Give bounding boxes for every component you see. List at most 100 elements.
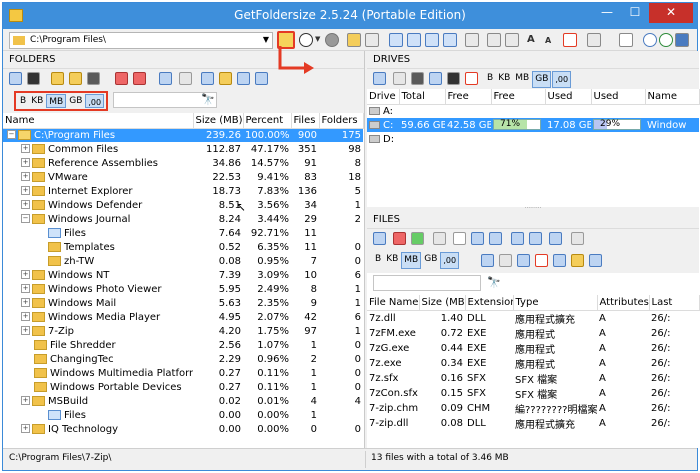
col-size[interactable]: Size (MB) bbox=[193, 113, 244, 129]
files-folder-icon[interactable] bbox=[571, 254, 584, 267]
print-icon[interactable] bbox=[179, 72, 192, 85]
folder-row[interactable]: + Common Files 112.87 47.17% 351 98 bbox=[3, 142, 363, 156]
layout-icon-3[interactable] bbox=[425, 33, 439, 47]
folder-row[interactable]: + MSBuild 0.02 0.01% 4 4 bbox=[3, 394, 363, 408]
col-files[interactable]: Files bbox=[291, 113, 320, 129]
expand-icon[interactable] bbox=[255, 72, 268, 85]
folder-row[interactable]: + Internet Explorer 18.73 7.83% 136 5 bbox=[3, 184, 363, 198]
decimals-button[interactable]: ,00 bbox=[85, 94, 105, 108]
folder-row[interactable]: ChangingTec 2.29 0.96% 2 0 bbox=[3, 352, 363, 366]
tree-icon[interactable] bbox=[487, 33, 501, 47]
col-used[interactable]: Used bbox=[545, 89, 592, 105]
col-free-pct[interactable]: Free bbox=[491, 89, 546, 105]
folder-row[interactable]: − C:\Program Files 239.26 100.00% 900 175 bbox=[3, 128, 363, 142]
col-drive[interactable]: Drive bbox=[367, 89, 400, 105]
unit-gb-button[interactable]: GB bbox=[532, 71, 552, 88]
file-row[interactable]: 7zG.exe 0.44 EXE 應用程式 A 26/: bbox=[367, 341, 699, 356]
view-icon[interactable] bbox=[87, 72, 100, 85]
folder-row[interactable]: + IQ Technology 0.00 0.00% 0 0 bbox=[3, 422, 363, 436]
close-button[interactable]: ✕ bbox=[649, 3, 693, 23]
folder-row[interactable]: + Windows Defender 8.51 3.56% 34 1 bbox=[3, 198, 363, 212]
layout-icon-4[interactable] bbox=[443, 33, 457, 47]
expand-icon[interactable]: + bbox=[21, 312, 30, 321]
unit-b-button[interactable]: B bbox=[485, 71, 495, 88]
expand-icon[interactable]: + bbox=[21, 186, 30, 195]
folder-row[interactable]: + VMware 22.53 9.41% 83 18 bbox=[3, 170, 363, 184]
folder-row[interactable]: + Windows Mail 5.63 2.35% 9 1 bbox=[3, 296, 363, 310]
help-icon[interactable] bbox=[675, 33, 689, 47]
network-icon[interactable] bbox=[465, 33, 479, 47]
open-file-icon[interactable] bbox=[411, 232, 424, 245]
drive-scan-icon[interactable] bbox=[393, 72, 406, 85]
folder-row[interactable]: Files 7.64 92.71% 11 bbox=[3, 226, 363, 240]
save-icon[interactable] bbox=[159, 72, 172, 85]
blank-view-icon[interactable] bbox=[453, 232, 466, 245]
unit-gb-button[interactable]: GB bbox=[67, 94, 84, 108]
expand-icon[interactable]: + bbox=[21, 284, 30, 293]
stop-scan-button[interactable] bbox=[325, 33, 339, 47]
files-expand-icon[interactable] bbox=[589, 254, 602, 267]
expand-icon[interactable]: + bbox=[21, 396, 30, 405]
info-icon[interactable] bbox=[643, 33, 657, 47]
decimals-button[interactable]: ,00 bbox=[552, 71, 572, 88]
file-row[interactable]: 7-zip.chm 0.09 CHM 編????????明檔案 A 26/: bbox=[367, 401, 699, 416]
drive-print-icon[interactable] bbox=[447, 72, 460, 85]
binoculars-icon[interactable]: 🔭 bbox=[201, 93, 215, 106]
folder-size-icon[interactable] bbox=[219, 72, 232, 85]
file-row[interactable]: 7zFM.exe 0.72 EXE 應用程式 A 26/: bbox=[367, 326, 699, 341]
file-search-input[interactable] bbox=[373, 275, 481, 291]
details-view-icon[interactable] bbox=[471, 232, 484, 245]
expand-icon[interactable]: + bbox=[21, 298, 30, 307]
unit-mb-button[interactable]: MB bbox=[46, 94, 67, 108]
binoculars-icon[interactable]: 🔭 bbox=[487, 276, 501, 289]
expand-icon[interactable]: + bbox=[21, 158, 30, 167]
folders-view-button[interactable] bbox=[347, 33, 361, 47]
help-files-icon[interactable] bbox=[517, 254, 530, 267]
expand-icon[interactable]: + bbox=[21, 270, 30, 279]
folder-row[interactable]: File Shredder 2.56 1.07% 1 0 bbox=[3, 338, 363, 352]
unit-mb-button[interactable]: MB bbox=[513, 71, 531, 88]
collapse-icon[interactable]: − bbox=[21, 214, 30, 223]
list-view-icon[interactable] bbox=[433, 232, 446, 245]
percent-icon[interactable] bbox=[201, 72, 214, 85]
col-last[interactable]: Last bbox=[649, 295, 700, 311]
scan-dropdown-icon[interactable]: ▼ bbox=[315, 35, 320, 43]
col-free[interactable]: Free bbox=[445, 89, 492, 105]
folder-row[interactable]: + Windows NT 7.39 3.09% 10 6 bbox=[3, 268, 363, 282]
font-settings-icon[interactable] bbox=[563, 33, 577, 47]
files-columns-icon[interactable] bbox=[553, 254, 566, 267]
filter-icon[interactable] bbox=[481, 254, 494, 267]
refresh-icon[interactable] bbox=[373, 72, 386, 85]
col-total[interactable]: Total bbox=[399, 89, 446, 105]
folder-row[interactable]: Windows Portable Devices 0.27 0.11% 1 0 bbox=[3, 380, 363, 394]
layout-icon-2[interactable] bbox=[407, 33, 421, 47]
file-row[interactable]: 7-zip.dll 0.08 DLL 應用程式擴充 A 26/: bbox=[367, 416, 699, 431]
font-decrease-button[interactable]: A bbox=[545, 36, 551, 45]
print-files-icon[interactable] bbox=[571, 232, 584, 245]
collapse-icon[interactable]: − bbox=[7, 130, 16, 140]
folder-row[interactable]: + Reference Assemblies 34.86 14.57% 91 8 bbox=[3, 156, 363, 170]
files-font-icon[interactable] bbox=[535, 254, 548, 267]
group-icon[interactable] bbox=[499, 254, 512, 267]
expand-icon[interactable]: + bbox=[21, 200, 30, 209]
col-file-name[interactable]: File Name bbox=[367, 295, 420, 311]
expand-icon[interactable]: + bbox=[21, 144, 30, 153]
delete-icon[interactable] bbox=[115, 72, 128, 85]
col-name[interactable]: Name bbox=[3, 113, 194, 129]
folder-row[interactable]: + Windows Media Player 4.95 2.07% 42 6 bbox=[3, 310, 363, 324]
remove-icon[interactable] bbox=[133, 72, 146, 85]
drive-font-icon[interactable] bbox=[465, 72, 478, 85]
globe-icon[interactable] bbox=[659, 33, 673, 47]
folder-row[interactable]: Templates 0.52 6.35% 11 0 bbox=[3, 240, 363, 254]
unit-kb-button[interactable]: KB bbox=[29, 94, 45, 108]
col-percent[interactable]: Percent bbox=[243, 113, 292, 129]
page-icon[interactable] bbox=[619, 33, 633, 47]
drive-view-icon[interactable] bbox=[411, 72, 424, 85]
refresh-icon[interactable] bbox=[373, 232, 386, 245]
col-used-pct[interactable]: Used bbox=[591, 89, 646, 105]
file-row[interactable]: 7zCon.sfx 0.15 SFX SFX 檔案 A 26/: bbox=[367, 386, 699, 401]
folder-row[interactable]: Files 0.00 0.00% 1 bbox=[3, 408, 363, 422]
minimize-button[interactable]: — bbox=[593, 3, 621, 23]
folder-row[interactable]: zh-TW 0.08 0.95% 7 0 bbox=[3, 254, 363, 268]
unit-kb-button[interactable]: KB bbox=[496, 71, 512, 88]
